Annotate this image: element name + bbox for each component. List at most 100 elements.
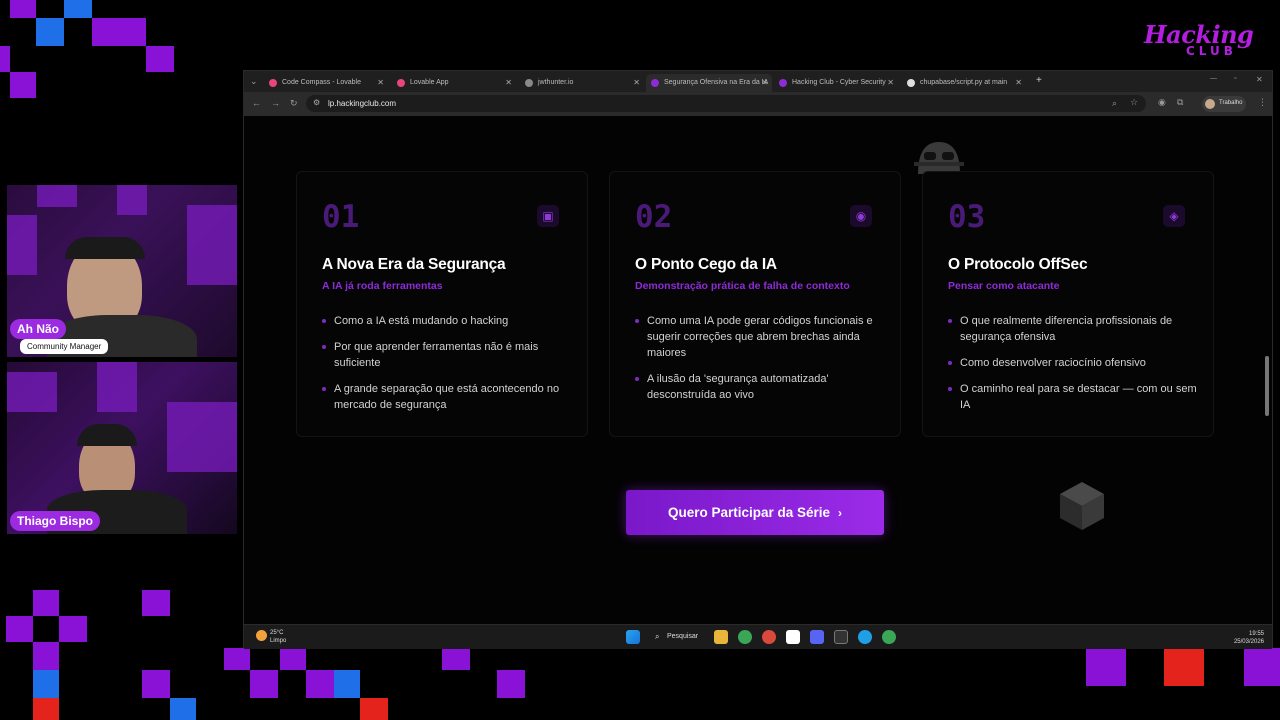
close-tab-icon[interactable]: ✕	[633, 78, 640, 87]
pixel-decoration	[10, 72, 36, 98]
zoom-icon[interactable]: ⌕	[1112, 98, 1117, 109]
close-tab-icon[interactable]: ✕	[1015, 78, 1022, 87]
menu-icon[interactable]: ⋮	[1258, 97, 1267, 108]
logo-subtext: CLUB	[1186, 44, 1237, 58]
minimize-icon[interactable]: —	[1210, 75, 1217, 82]
discord-icon[interactable]	[810, 630, 824, 644]
card-bullet-list: Como uma IA pode gerar códigos funcionai…	[635, 313, 885, 413]
tab-label: Lovable App	[410, 79, 449, 86]
scrollbar[interactable]	[1265, 356, 1269, 416]
hacking-club-logo: Hacking CLUB	[1140, 14, 1258, 60]
taskbar-search[interactable]: ⌕ Pesquisar	[652, 630, 708, 644]
tab-chupabase[interactable]: chupabase/script.py at main ✕	[902, 74, 1026, 92]
list-item: A ilusão da 'segurança automatizada' des…	[635, 371, 885, 403]
tab-lovable-app[interactable]: Lovable App ✕	[392, 74, 516, 92]
compass-icon: ◈	[1163, 205, 1185, 227]
headphones	[65, 237, 145, 259]
tab-hacking-club[interactable]: Hacking Club - Cyber Security ✕	[774, 74, 898, 92]
extensions-puzzle-icon[interactable]: ⧉	[1177, 97, 1183, 108]
pixel-decoration	[334, 670, 360, 698]
pixel-decoration	[1164, 648, 1204, 686]
pixel-decoration	[142, 590, 170, 616]
reload-icon[interactable]: ↻	[290, 98, 298, 109]
pixel-decoration	[442, 648, 470, 670]
close-tab-icon[interactable]: ✕	[887, 78, 894, 87]
speaker-hair	[77, 424, 137, 446]
extension-icon[interactable]: ◉	[1158, 97, 1166, 108]
edge-icon[interactable]	[858, 630, 872, 644]
hacking-club-icon	[651, 79, 659, 87]
file-explorer-icon[interactable]	[714, 630, 728, 644]
tab-bar: ⌄ Code Compass - Lovable ✕ Lovable App ✕…	[244, 71, 1272, 92]
card-number: 03	[948, 199, 986, 235]
chrome-profile-icon[interactable]	[762, 630, 776, 644]
weather-icon	[256, 630, 267, 641]
close-tab-icon[interactable]: ✕	[761, 78, 768, 87]
tab-jwthunter[interactable]: jwthunter.io ✕	[520, 74, 644, 92]
tab-code-compass[interactable]: Code Compass - Lovable ✕	[264, 74, 388, 92]
pixel-decoration	[64, 0, 92, 18]
clock-time: 19:55	[1248, 631, 1264, 637]
chrome-icon[interactable]	[882, 630, 896, 644]
windows-start-icon[interactable]	[626, 630, 640, 644]
tab-label: Code Compass - Lovable	[282, 79, 361, 86]
site-info-icon[interactable]: ⚙	[313, 98, 320, 107]
lovable-icon	[269, 79, 277, 87]
feature-card-3: 03 ◈ O Protocolo OffSec Pensar como atac…	[922, 171, 1214, 437]
pixel-decoration	[6, 616, 33, 642]
restore-icon[interactable]: ▫	[1234, 75, 1236, 82]
pixel-decoration	[33, 590, 59, 616]
profile-button[interactable]: Trabalho	[1202, 96, 1246, 112]
speaker-name-tag: Thiago Bispo	[10, 511, 100, 531]
tab-label: jwthunter.io	[538, 79, 574, 86]
list-item: A grande separação que está acontecendo …	[322, 381, 572, 413]
pixel-decoration	[146, 46, 174, 72]
pixel-decoration	[1086, 648, 1126, 686]
pixel-decoration	[33, 698, 59, 720]
pixel-decoration	[1244, 648, 1280, 686]
card-bullet-list: O que realmente diferencia profissionais…	[948, 313, 1198, 423]
card-title: O Ponto Cego da IA	[635, 256, 777, 273]
card-subtitle: Pensar como atacante	[948, 280, 1060, 292]
webcam-speaker-2	[7, 362, 237, 534]
app-icon[interactable]	[786, 630, 800, 644]
tab-label: Hacking Club - Cyber Security	[792, 79, 886, 86]
forward-icon[interactable]: →	[271, 98, 280, 108]
pixel-decoration	[170, 698, 196, 720]
weather-widget[interactable]: 25°C Limpo	[256, 629, 286, 645]
list-item: Por que aprender ferramentas não é mais …	[322, 339, 572, 371]
url-text: lp.hackingclub.com	[328, 99, 397, 108]
landing-page: 01 ▣ A Nova Era da Segurança A IA já rod…	[244, 116, 1272, 624]
back-icon[interactable]: ←	[252, 98, 261, 108]
feature-card-1: 01 ▣ A Nova Era da Segurança A IA já rod…	[296, 171, 588, 437]
new-tab-icon[interactable]: +	[1036, 75, 1042, 86]
speaker-role-tag: Community Manager	[20, 339, 109, 354]
lovable-icon	[397, 79, 405, 87]
participate-button[interactable]: Quero Participar da Série ›	[626, 490, 884, 535]
address-bar-row: ← → ↻ ⚙ lp.hackingclub.com ⌕ ☆ ◉ ⧉ Traba…	[244, 92, 1272, 116]
avatar	[1205, 99, 1215, 109]
pixel-decoration	[250, 670, 278, 698]
close-tab-icon[interactable]: ✕	[377, 78, 384, 87]
close-window-icon[interactable]: ✕	[1256, 75, 1263, 84]
close-tab-icon[interactable]: ✕	[505, 78, 512, 87]
url-input[interactable]: ⚙ lp.hackingclub.com	[306, 95, 1146, 112]
pixel-decoration	[59, 616, 87, 642]
pixel-decoration	[280, 648, 306, 670]
system-clock[interactable]: 19:55 25/03/2026	[1234, 630, 1264, 646]
tab-list-icon[interactable]: ⌄	[250, 76, 258, 87]
chrome-icon[interactable]	[738, 630, 752, 644]
pixel-decoration	[360, 698, 388, 720]
feature-card-2: 02 ◉ O Ponto Cego da IA Demonstração prá…	[609, 171, 901, 437]
card-subtitle: A IA já roda ferramentas	[322, 280, 443, 292]
terminal-icon[interactable]	[834, 630, 848, 644]
pixel-decoration	[142, 670, 170, 698]
pixel-decoration	[92, 18, 146, 46]
list-item: O que realmente diferencia profissionais…	[948, 313, 1198, 345]
tab-seguranca-ofensiva[interactable]: Segurança Ofensiva na Era da IA ✕	[646, 74, 772, 92]
mascot-icon	[914, 142, 964, 174]
pixel-decoration	[224, 648, 250, 670]
profile-label: Trabalho	[1219, 100, 1243, 106]
bookmark-star-icon[interactable]: ☆	[1130, 97, 1138, 108]
search-icon: ⌕	[655, 632, 660, 641]
